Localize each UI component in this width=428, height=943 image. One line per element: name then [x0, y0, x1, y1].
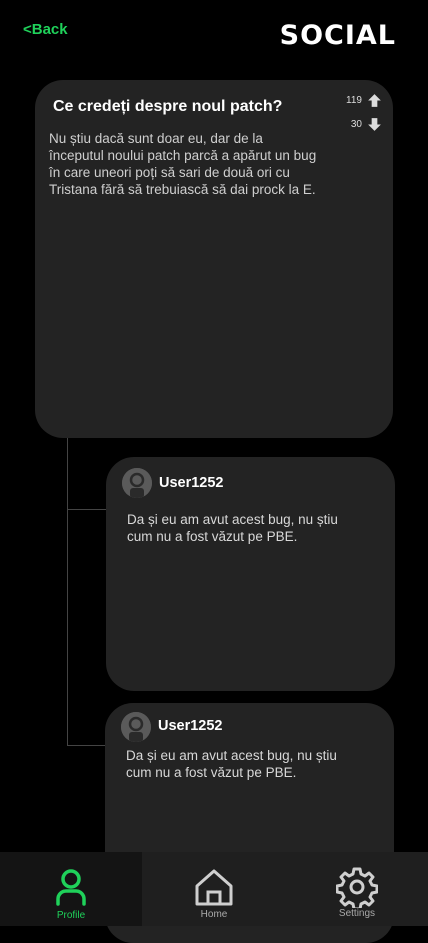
- gear-icon: [336, 867, 378, 908]
- upvote-count: 119: [346, 95, 362, 106]
- reply-username[interactable]: User1252: [158, 718, 223, 734]
- post-card: Ce credeți despre noul patch? Nu știu da…: [35, 80, 393, 438]
- nav-settings-label: Settings: [338, 908, 376, 919]
- nav-profile[interactable]: Profile: [0, 852, 142, 926]
- user-avatar-icon: [122, 468, 152, 498]
- nav-home[interactable]: Home: [143, 852, 285, 926]
- user-avatar-icon: [121, 712, 151, 742]
- person-icon: [56, 869, 86, 906]
- thread-branch: [67, 745, 107, 746]
- reply-username[interactable]: User1252: [159, 475, 224, 491]
- back-link[interactable]: <Back: [23, 21, 68, 38]
- nav-profile-label: Profile: [56, 910, 86, 921]
- arrow-down-icon: [368, 118, 381, 131]
- nav-settings[interactable]: Settings: [286, 852, 428, 926]
- reply-text: Da și eu am avut acest bug, nu știu cum …: [126, 748, 337, 780]
- post-title: Ce credeți despre noul patch?: [53, 98, 283, 115]
- avatar: [121, 712, 151, 742]
- post-body: Nu știu dacă sunt doar eu, dar de la înc…: [49, 131, 317, 197]
- thread-branch: [67, 509, 107, 510]
- reply-text: Da și eu am avut acest bug, nu știu cum …: [127, 512, 338, 544]
- arrow-up-icon: [368, 94, 381, 107]
- downvote-count: 30: [350, 119, 362, 130]
- bottom-nav: Profile Home Settings: [0, 852, 428, 926]
- avatar: [122, 468, 152, 498]
- thread-line: [67, 438, 68, 746]
- home-icon: [195, 869, 233, 906]
- reply-card: User1252 Da și eu am avut acest bug, nu …: [106, 457, 395, 691]
- nav-home-label: Home: [200, 909, 228, 920]
- downvote-button[interactable]: 30: [351, 116, 383, 133]
- upvote-button[interactable]: 119: [346, 92, 383, 109]
- page-title: SOCIAL: [279, 20, 396, 51]
